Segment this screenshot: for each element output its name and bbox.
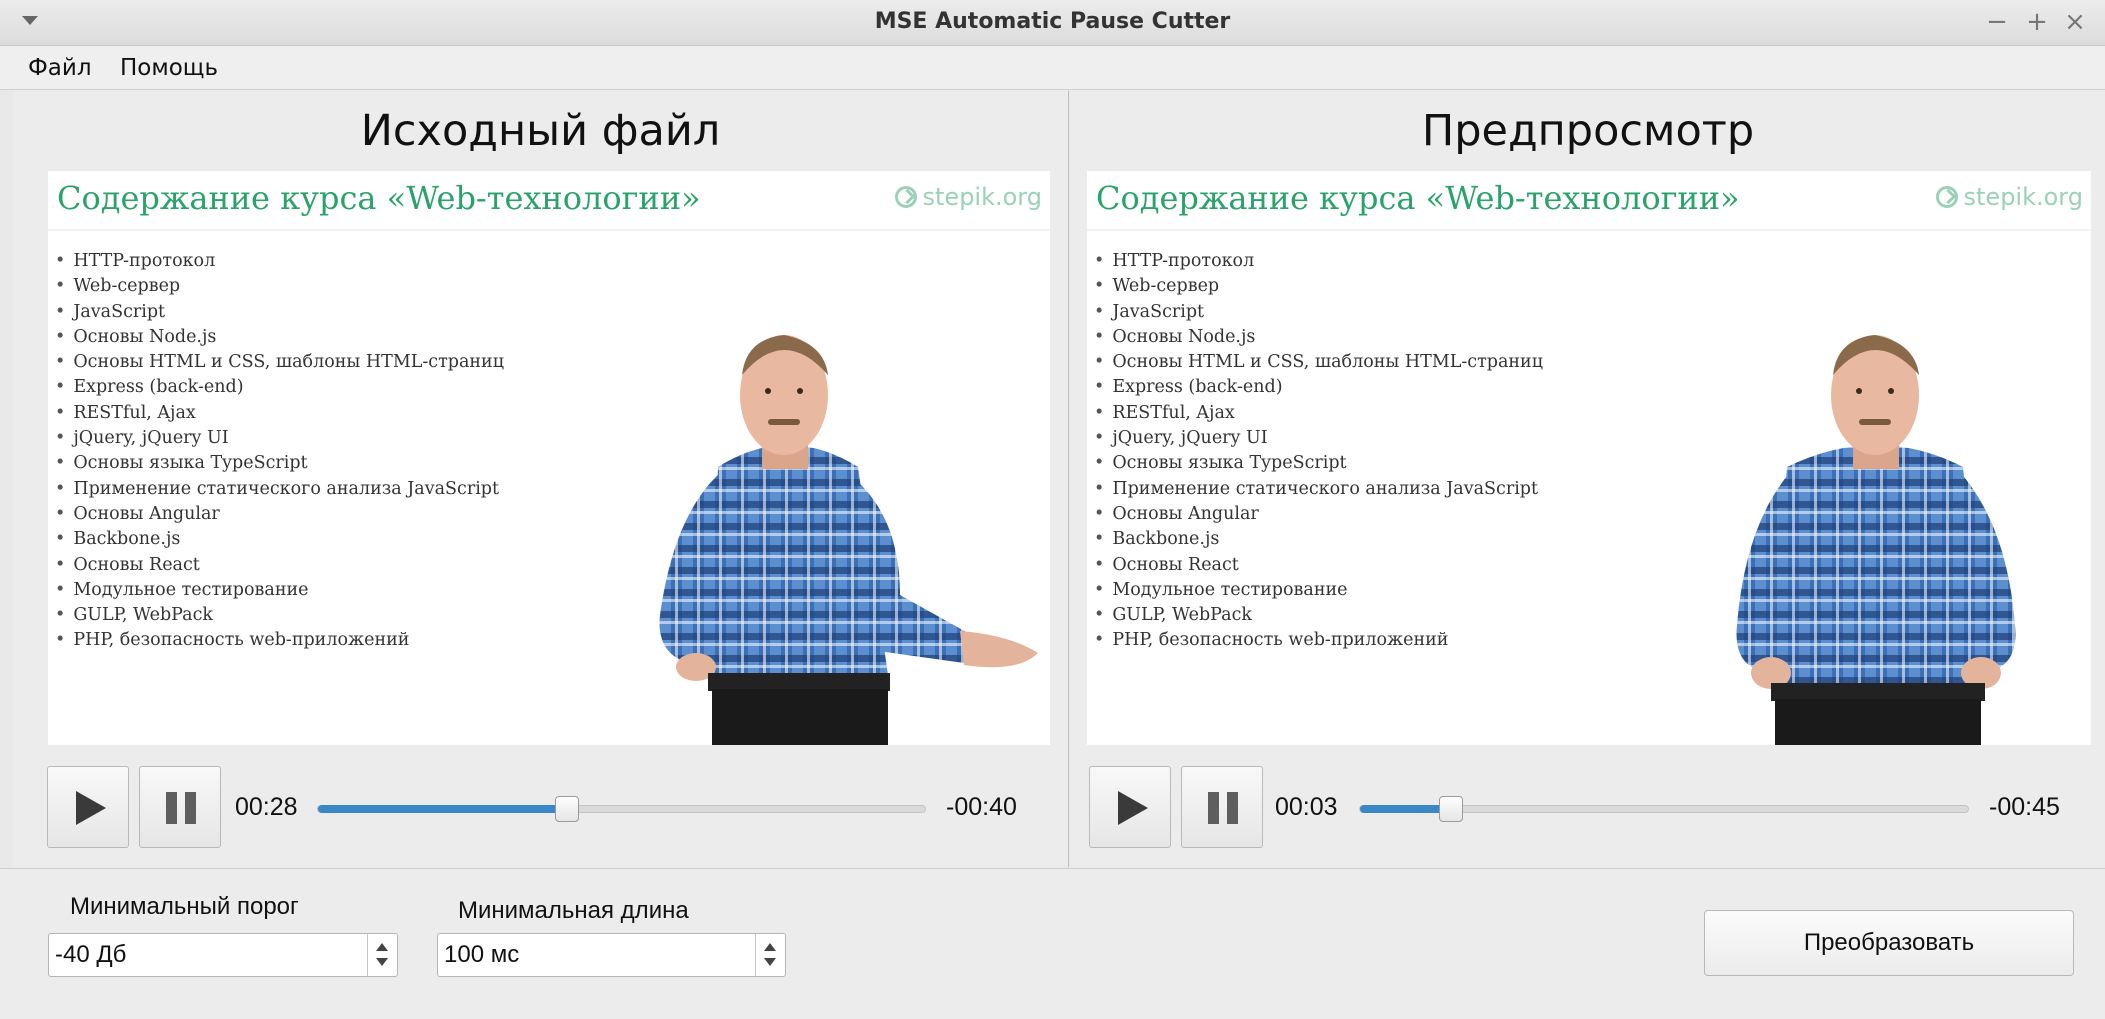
source-seek-slider[interactable]	[317, 796, 926, 822]
play-icon	[1118, 791, 1148, 825]
preview-seek-handle[interactable]	[1439, 796, 1464, 822]
source-panel-title: Исходный файл	[360, 106, 721, 156]
menu-bar: Файл Помощь	[0, 46, 2105, 90]
topic-item: PHP, безопасность web-приложений	[1094, 628, 1543, 653]
topic-item: Web-сервер	[55, 274, 504, 299]
topic-item: Основы Node.js	[55, 325, 504, 350]
stepik-brand-text: stepik.org	[1963, 183, 2083, 211]
preview-time-remaining: -00:45	[1989, 793, 2060, 821]
menu-file[interactable]: Файл	[28, 55, 92, 81]
maximize-icon[interactable]: +	[2022, 6, 2052, 38]
window-title: MSE Automatic Pause Cutter	[874, 9, 1231, 34]
threshold-stepper[interactable]	[367, 934, 397, 976]
slide-title: Содержание курса «Web-технологии»	[57, 179, 701, 217]
preview-panel-title: Предпросмотр	[1421, 106, 1755, 156]
preview-seek-fill	[1360, 805, 1452, 813]
close-icon[interactable]: ×	[2060, 6, 2090, 38]
source-seek-fill	[318, 805, 567, 813]
presenter-figure	[1736, 335, 2016, 745]
topic-item: GULP, WebPack	[1094, 603, 1543, 628]
convert-button[interactable]: Преобразовать	[1704, 910, 2074, 976]
length-spinbox[interactable]	[437, 933, 786, 977]
preview-pause-button[interactable]	[1181, 766, 1263, 848]
pause-icon	[166, 792, 196, 824]
topic-item: Основы HTML и CSS, шаблоны HTML-страниц	[55, 350, 504, 375]
topic-item: Express (back-end)	[1094, 375, 1543, 400]
length-input[interactable]	[444, 940, 744, 970]
stepik-logo-icon	[894, 186, 917, 208]
source-panel: Исходный файл Содержание курса «Web-техн…	[13, 91, 1069, 867]
menu-help[interactable]: Помощь	[120, 55, 218, 81]
topic-item: PHP, безопасность web-приложений	[55, 628, 504, 653]
threshold-label: Минимальный порог	[70, 893, 299, 920]
topic-item: JavaScript	[1094, 300, 1543, 325]
topic-item: RESTful, Ajax	[1094, 401, 1543, 426]
topic-item: Основы языка TypeScript	[55, 451, 504, 476]
topic-item: Основы React	[55, 553, 504, 578]
topic-item: Модульное тестирование	[1094, 578, 1543, 603]
stepik-brand: stepik.org	[894, 183, 1042, 211]
topic-item: GULP, WebPack	[55, 603, 504, 628]
source-play-button[interactable]	[47, 766, 129, 848]
topic-item: Основы React	[1094, 553, 1543, 578]
slide-divider	[1087, 229, 2091, 231]
topic-list: HTTP-протокол Web-сервер JavaScript Осно…	[55, 249, 504, 654]
length-label: Минимальная длина	[458, 897, 689, 924]
spin-down-icon[interactable]	[376, 958, 388, 966]
topic-item: Express (back-end)	[55, 375, 504, 400]
topic-item: HTTP-протокол	[1094, 249, 1543, 274]
threshold-input[interactable]	[55, 940, 355, 970]
topic-item: Backbone.js	[55, 527, 504, 552]
spin-up-icon[interactable]	[764, 943, 776, 951]
topic-item: HTTP-протокол	[55, 249, 504, 274]
play-icon	[76, 791, 106, 825]
topic-item: Основы Angular	[1094, 502, 1543, 527]
topic-item: jQuery, jQuery UI	[1094, 426, 1543, 451]
topic-item: jQuery, jQuery UI	[55, 426, 504, 451]
spin-up-icon[interactable]	[376, 943, 388, 951]
source-pause-button[interactable]	[139, 766, 221, 848]
topic-item: Применение статического анализа JavaScri…	[1094, 477, 1543, 502]
settings-bar: Минимальный порог Минимальная длина Прео…	[0, 868, 2105, 1019]
source-video[interactable]: Содержание курса «Web-технологии» stepik…	[48, 171, 1050, 745]
threshold-spinbox[interactable]	[48, 933, 398, 977]
preview-seek-slider[interactable]	[1359, 796, 1969, 822]
source-time-current: 00:28	[235, 793, 298, 821]
source-seek-handle[interactable]	[554, 796, 579, 822]
minimize-icon[interactable]: −	[1982, 6, 2012, 38]
source-time-remaining: -00:40	[946, 793, 1017, 821]
spin-down-icon[interactable]	[764, 958, 776, 966]
slide-divider	[48, 229, 1050, 231]
topic-item: Backbone.js	[1094, 527, 1543, 552]
stepik-brand: stepik.org	[1935, 183, 2083, 211]
topic-item: RESTful, Ajax	[55, 401, 504, 426]
slide-title: Содержание курса «Web-технологии»	[1096, 179, 1740, 217]
title-bar: MSE Automatic Pause Cutter − + ×	[0, 0, 2105, 46]
topic-item: Основы Angular	[55, 502, 504, 527]
preview-video[interactable]: Содержание курса «Web-технологии» stepik…	[1087, 171, 2091, 745]
stepik-logo-icon	[1935, 186, 1958, 208]
preview-play-button[interactable]	[1089, 766, 1171, 848]
topic-item: Основы языка TypeScript	[1094, 451, 1543, 476]
preview-panel: Предпросмотр Содержание курса «Web-техно…	[1071, 91, 2105, 867]
topic-item: Web-сервер	[1094, 274, 1543, 299]
stepik-brand-text: stepik.org	[922, 183, 1042, 211]
topic-item: Основы Node.js	[1094, 325, 1543, 350]
topic-item: Модульное тестирование	[55, 578, 504, 603]
topic-item: JavaScript	[55, 300, 504, 325]
length-stepper[interactable]	[755, 934, 785, 976]
topic-list: HTTP-протокол Web-сервер JavaScript Осно…	[1094, 249, 1543, 654]
topic-item: Основы HTML и CSS, шаблоны HTML-страниц	[1094, 350, 1543, 375]
preview-time-current: 00:03	[1275, 793, 1338, 821]
pause-icon	[1208, 792, 1238, 824]
presenter-figure	[659, 335, 1038, 745]
topic-item: Применение статического анализа JavaScri…	[55, 477, 504, 502]
